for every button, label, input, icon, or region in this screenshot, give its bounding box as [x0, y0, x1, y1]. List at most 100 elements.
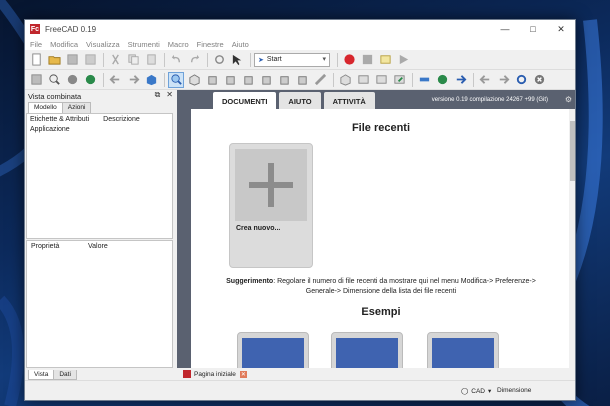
toolbar-view [25, 70, 575, 90]
navigation-style-label: CAD [471, 387, 486, 395]
play-macro-icon[interactable] [395, 52, 411, 68]
measure-icon[interactable] [312, 72, 328, 88]
nav-back-icon[interactable] [477, 72, 493, 88]
freecad-doc-icon [183, 370, 191, 378]
view-right-icon[interactable] [240, 72, 256, 88]
documents-content: File recenti Crea nuovo... Suggerimento:… [191, 109, 571, 375]
bounding-box-icon[interactable] [82, 72, 98, 88]
undock-icon[interactable]: ⧉ [155, 90, 161, 100]
prop-header-property[interactable]: Proprietà [31, 243, 88, 250]
stop-macro-icon[interactable] [359, 52, 375, 68]
plus-icon [235, 149, 307, 221]
link-icon[interactable] [373, 72, 389, 88]
arrow-right-icon: ➤ [258, 56, 264, 64]
forward-arrow-icon[interactable] [125, 72, 141, 88]
view-front-icon[interactable] [204, 72, 220, 88]
dimension-label: Dimensione [497, 387, 532, 394]
sync-icon[interactable] [416, 72, 432, 88]
draw-style-icon[interactable] [64, 72, 80, 88]
navigation-style[interactable]: ◯ CAD ▾ [461, 387, 492, 396]
create-part-icon[interactable] [337, 72, 353, 88]
menu-file[interactable]: File [30, 40, 42, 49]
tree-header-labels[interactable]: Etichette & Attributi [30, 116, 89, 123]
menu-edit[interactable]: Modifica [50, 40, 78, 49]
recent-files-title: File recenti [351, 122, 411, 134]
workbench-label: Start [266, 56, 282, 63]
examples-title: Esempi [361, 306, 401, 318]
whats-this-icon[interactable] [229, 52, 245, 68]
link-actions-icon[interactable] [391, 72, 407, 88]
view-rear-icon[interactable] [258, 72, 274, 88]
menu-view[interactable]: Visualizza [86, 40, 120, 49]
cut-icon[interactable] [107, 52, 123, 68]
copy-icon[interactable] [125, 52, 141, 68]
back-arrow-icon[interactable] [107, 72, 123, 88]
tree-header-description[interactable]: Descrizione [103, 116, 140, 123]
tab-help[interactable]: AIUTO [279, 92, 321, 110]
paste-icon[interactable] [143, 52, 159, 68]
prop-header-value[interactable]: Valore [88, 243, 108, 250]
open-folder-icon[interactable] [46, 52, 62, 68]
menu-bar: File Modifica Visualizza Strumenti Macro… [25, 38, 575, 50]
property-view[interactable]: Proprietà Valore [26, 240, 173, 368]
workbench-selector[interactable]: ➤ Start ▾ [254, 52, 330, 67]
close-tab-icon[interactable]: ✕ [239, 370, 247, 378]
scrollbar-thumb[interactable] [570, 121, 575, 181]
tab-model[interactable]: Modello [28, 102, 63, 113]
view-left-icon[interactable] [294, 72, 310, 88]
redo-icon[interactable] [186, 52, 202, 68]
globe-icon[interactable] [434, 72, 450, 88]
gear-icon[interactable]: ⚙ [565, 95, 572, 104]
close-button[interactable]: ✕ [547, 20, 575, 38]
vertical-scrollbar[interactable] [569, 109, 575, 376]
tab-activity[interactable]: ATTIVITÀ [323, 92, 375, 110]
create-new-card[interactable]: Crea nuovo... [229, 143, 313, 268]
new-document-icon[interactable] [28, 52, 44, 68]
window-title: FreeCAD 0.19 [45, 24, 97, 34]
tip-label: Suggerimento [226, 278, 274, 285]
menu-tools[interactable]: Strumenti [128, 40, 160, 49]
minimize-button[interactable]: — [491, 20, 519, 38]
document-tab-label: Pagina iniziale [194, 370, 236, 378]
combo-view-title: Vista combinata [28, 91, 82, 101]
document-tab-bar: Pagina iniziale ✕ [177, 368, 575, 380]
chevron-down-icon: ▾ [488, 388, 492, 395]
reload-icon[interactable] [513, 72, 529, 88]
menu-macro[interactable]: Macro [168, 40, 189, 49]
model-tree[interactable]: Etichette & Attributi Descrizione Applic… [26, 113, 173, 239]
view-bottom-icon[interactable] [276, 72, 292, 88]
stop-icon[interactable] [531, 72, 547, 88]
freecad-logo-icon: Fc [30, 24, 40, 34]
maximize-button[interactable]: □ [519, 20, 547, 38]
chevron-down-icon: ▾ [322, 55, 326, 63]
panel-close-icon[interactable]: ✕ [166, 90, 173, 100]
document-tab-start[interactable]: Pagina iniziale ✕ [183, 368, 247, 380]
tab-documents[interactable]: DOCUMENTI [213, 92, 277, 110]
nav-forward-icon[interactable] [495, 72, 511, 88]
undo-icon[interactable] [168, 52, 184, 68]
zoom-icon[interactable] [46, 72, 62, 88]
tab-view[interactable]: Vista [28, 370, 55, 380]
view-fit-icon[interactable] [168, 71, 184, 88]
tab-data[interactable]: Dati [53, 370, 77, 380]
edit-macro-icon[interactable] [377, 52, 393, 68]
tip-line-2: Generale-> Dimensione della lista dei fi… [305, 288, 457, 295]
fit-all-icon[interactable] [28, 72, 44, 88]
std-views-icon[interactable] [143, 72, 159, 88]
tip-line-1: : Regolare il numero di file recenti da … [273, 278, 536, 285]
view-isometric-icon[interactable] [186, 72, 202, 88]
navigate-arrow-icon[interactable] [452, 72, 468, 88]
save-icon[interactable] [64, 52, 80, 68]
status-bar: ◯ CAD ▾ Dimensione [25, 380, 575, 400]
mouse-icon: ◯ [461, 388, 469, 395]
menu-help[interactable]: Aiuto [232, 40, 249, 49]
view-top-icon[interactable] [222, 72, 238, 88]
menu-windows[interactable]: Finestre [197, 40, 224, 49]
tab-tasks[interactable]: Azioni [61, 102, 92, 113]
start-page: DOCUMENTI AIUTO ATTIVITÀ versione 0.19 c… [177, 90, 575, 382]
tree-item-application[interactable]: Applicazione [27, 125, 172, 134]
create-group-icon[interactable] [355, 72, 371, 88]
record-macro-icon[interactable] [341, 52, 357, 68]
save-as-icon[interactable] [82, 52, 98, 68]
refresh-icon[interactable] [211, 52, 227, 68]
